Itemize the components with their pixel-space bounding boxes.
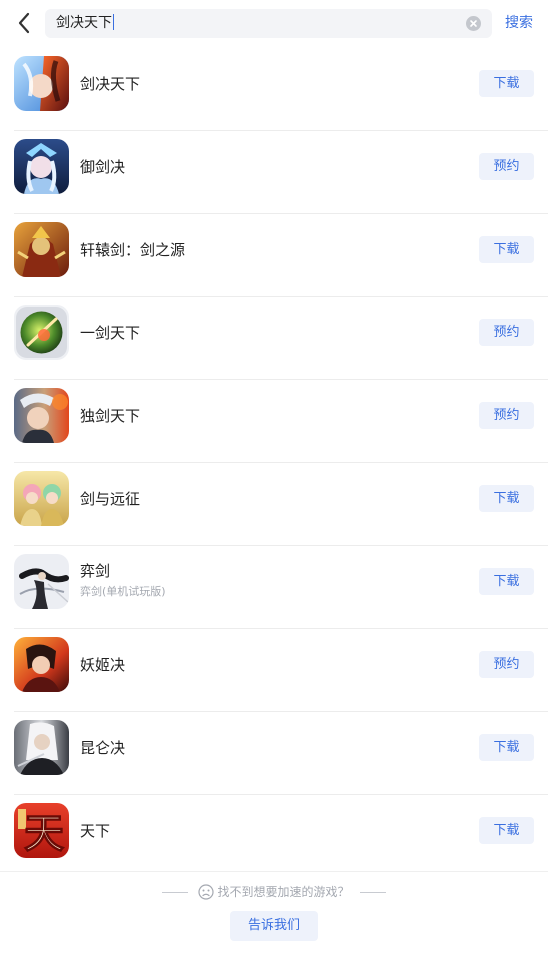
game-name: 一剑天下 (80, 324, 141, 342)
game-name: 昆仑决 (80, 739, 126, 757)
result-item[interactable]: 天 天下 下载 (0, 795, 548, 878)
hint-dash-right (359, 892, 386, 893)
top-bar: 剑决天下 搜索 (0, 0, 548, 46)
chevron-left-icon (18, 12, 30, 34)
result-item[interactable]: 妖姬决 预约 (0, 629, 548, 712)
download-button[interactable]: 下载 (479, 817, 534, 844)
game-name: 剑决天下 (80, 75, 141, 93)
tianxia-logo-glyph: 天 (24, 810, 64, 857)
game-name: 天下 (80, 822, 111, 840)
game-subtitle: 弈剑(单机试玩版) (80, 585, 166, 598)
game-name: 妖姬决 (80, 656, 126, 674)
result-item[interactable]: 独剑天下 预约 (0, 380, 548, 463)
text-caret (113, 14, 114, 30)
result-item[interactable]: 轩辕剑：剑之源 下载 (0, 214, 548, 297)
search-results-list: 剑决天下 下载 御剑决 预约 轩辕剑：剑之源 下载 一剑天下 预约 独剑天下 预… (0, 48, 548, 878)
game-icon-yaojijue[interactable] (14, 637, 69, 692)
game-name: 剑与远征 (80, 490, 141, 508)
result-item[interactable]: 弈剑 弈剑(单机试玩版) 下载 (0, 546, 548, 629)
game-icon-yujianjue[interactable] (14, 139, 69, 194)
footer-divider (0, 871, 548, 872)
result-item[interactable]: 一剑天下 预约 (0, 297, 548, 380)
game-name: 独剑天下 (80, 407, 141, 425)
game-icon-dujiantianxia[interactable] (14, 388, 69, 443)
game-icon-jianjuetianxia[interactable] (14, 56, 69, 111)
game-name: 轩辕剑：剑之源 (80, 241, 186, 259)
hint-dash-left (162, 892, 189, 893)
game-icon-jianyuyuanzheng[interactable] (14, 471, 69, 526)
reserve-button[interactable]: 预约 (479, 153, 534, 180)
not-found-hint: 找不到想要加速的游戏？ (0, 882, 548, 902)
reserve-button[interactable]: 预约 (479, 319, 534, 346)
game-icon-tianxia[interactable]: 天 (14, 803, 69, 858)
search-input[interactable]: 剑决天下 (45, 9, 492, 38)
hint-text: 找不到想要加速的游戏？ (217, 885, 350, 899)
download-button[interactable]: 下载 (479, 568, 534, 595)
download-button[interactable]: 下载 (479, 70, 534, 97)
game-name: 御剑决 (80, 158, 126, 176)
search-button[interactable]: 搜索 (505, 13, 533, 33)
game-icon-yijiantianxia[interactable] (14, 305, 69, 360)
download-button[interactable]: 下载 (479, 236, 534, 263)
result-item[interactable]: 御剑决 预约 (0, 131, 548, 214)
game-icon-xuanyuanjian[interactable] (14, 222, 69, 277)
tell-us-button[interactable]: 告诉我们 (230, 911, 318, 941)
back-button[interactable] (14, 10, 36, 36)
reserve-button[interactable]: 预约 (479, 651, 534, 678)
game-icon-yijian[interactable] (14, 554, 69, 609)
game-name: 弈剑 (80, 562, 111, 580)
reserve-button[interactable]: 预约 (479, 402, 534, 429)
download-button[interactable]: 下载 (479, 485, 534, 512)
result-item[interactable]: 剑与远征 下载 (0, 463, 548, 546)
download-button[interactable]: 下载 (479, 734, 534, 761)
result-item[interactable]: 剑决天下 下载 (0, 48, 548, 131)
clear-circle-icon (470, 20, 477, 27)
game-icon-kunlunjue[interactable] (14, 720, 69, 775)
search-input-value[interactable]: 剑决天下 (56, 14, 114, 33)
result-item[interactable]: 昆仑决 下载 (0, 712, 548, 795)
clear-search-button[interactable] (466, 16, 481, 31)
sad-face-icon (198, 884, 215, 900)
